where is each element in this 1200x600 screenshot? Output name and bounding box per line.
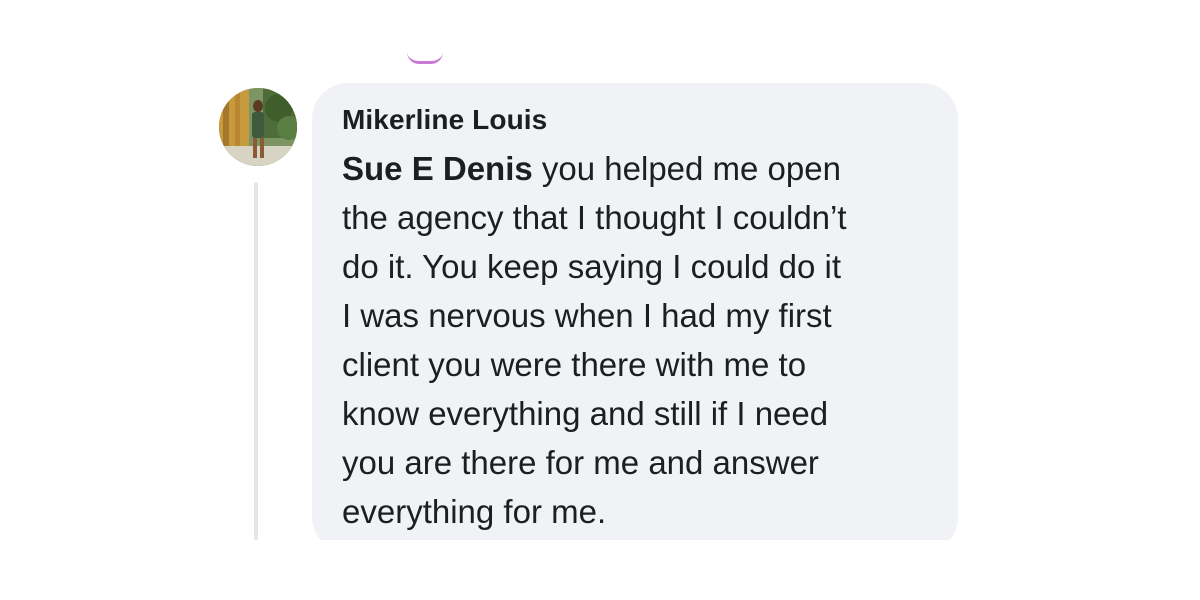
crop-edge bbox=[0, 540, 1200, 600]
comment-line-1: Sue E Denis you helped me open bbox=[342, 144, 942, 193]
comment-line-4: I was nervous when I had my first bbox=[342, 297, 832, 334]
thread-connector-line bbox=[254, 182, 258, 540]
comment-author-name[interactable]: Mikerline Louis bbox=[342, 104, 547, 136]
comment-line-3: do it. You keep saying I could do it bbox=[342, 248, 842, 285]
comment-line-6: know everything and still if I need bbox=[342, 395, 829, 432]
comment-line-7: you are there for me and answer bbox=[342, 444, 819, 481]
mention-link[interactable]: Sue E Denis bbox=[342, 150, 533, 187]
comment-line-2: the agency that I thought I couldn’t bbox=[342, 199, 847, 236]
comment-line-8: everything for me. bbox=[342, 493, 607, 530]
comment-body: Sue E Denis you helped me open the agenc… bbox=[342, 144, 942, 536]
previous-item-fragment bbox=[407, 52, 443, 64]
avatar[interactable] bbox=[219, 88, 297, 166]
avatar-photo-icon bbox=[219, 88, 297, 166]
comment-line-text: you helped me open bbox=[532, 150, 841, 187]
comment-thread: Mikerline Louis Sue E Denis you helped m… bbox=[0, 0, 1200, 600]
comment-line-5: client you were there with me to bbox=[342, 346, 807, 383]
